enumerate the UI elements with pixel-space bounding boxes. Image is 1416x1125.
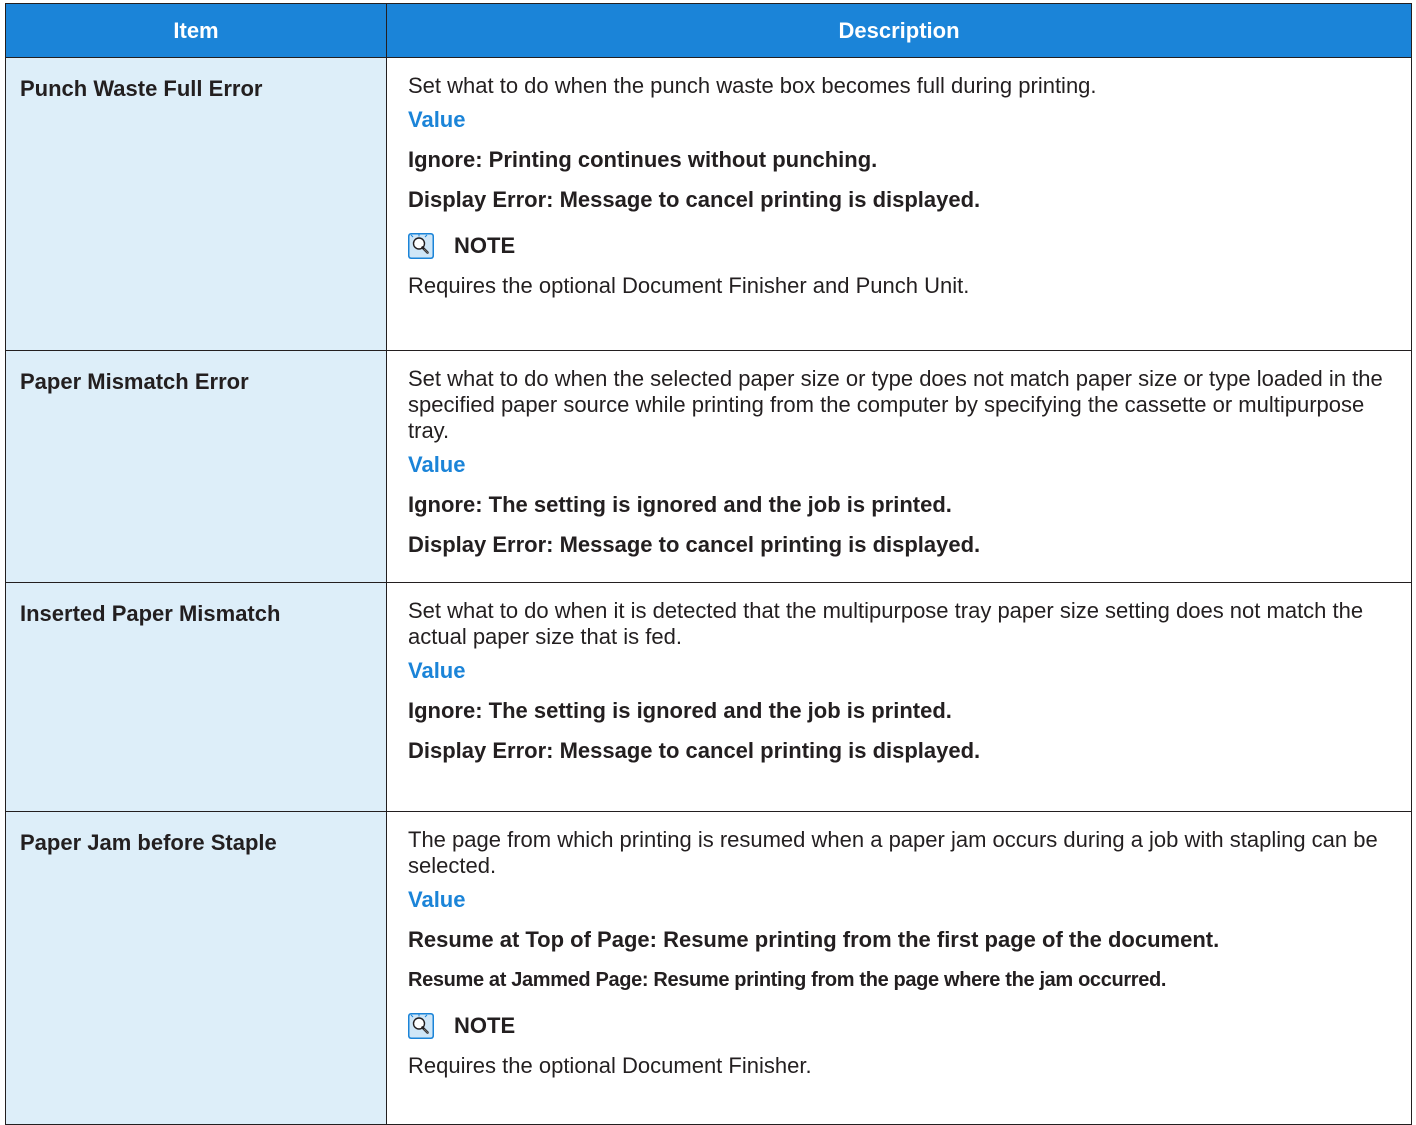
column-header-item: Item [5, 3, 387, 58]
description-text: Set what to do when it is detected that … [408, 598, 1364, 649]
item-name: Inserted Paper Mismatch [5, 582, 387, 812]
description-cell: Set what to do when the selected paper s… [386, 350, 1412, 583]
note-text: Requires the optional Document Finisher. [408, 1053, 812, 1078]
item-name: Paper Mismatch Error [5, 350, 387, 583]
note-lightbulb-icon [408, 1013, 434, 1039]
value-label: Value [408, 658, 466, 683]
note-label: NOTE [454, 1013, 516, 1038]
table-row: Paper Jam before Staple The page from wh… [5, 811, 1412, 1125]
value-label: Value [408, 107, 466, 132]
table-row: Punch Waste Full Error Set what to do wh… [5, 57, 1412, 351]
value-option: Resume at Top of Page: Resume printing f… [408, 927, 1220, 952]
note-text: Requires the optional Document Finisher … [408, 273, 970, 298]
description-cell: Set what to do when it is detected that … [386, 582, 1412, 812]
column-header-description: Description [386, 3, 1412, 58]
description-text: Set what to do when the selected paper s… [408, 366, 1383, 443]
value-option: Ignore: Printing continues without punch… [408, 147, 878, 172]
table-row: Paper Mismatch Error Set what to do when… [5, 350, 1412, 583]
value-option: Ignore: The setting is ignored and the j… [408, 698, 952, 723]
description-cell: The page from which printing is resumed … [386, 811, 1412, 1125]
value-option: Resume at Jammed Page: Resume printing f… [408, 969, 1167, 991]
table-row: Inserted Paper Mismatch Set what to do w… [5, 582, 1412, 812]
note-lightbulb-icon [408, 233, 434, 259]
value-option: Display Error: Message to cancel printin… [408, 532, 981, 557]
description-text: The page from which printing is resumed … [408, 827, 1378, 878]
item-name: Punch Waste Full Error [5, 57, 387, 351]
value-option: Display Error: Message to cancel printin… [408, 187, 981, 212]
value-option: Ignore: The setting is ignored and the j… [408, 492, 952, 517]
table-header-row: Item Description [5, 3, 1412, 58]
value-label: Value [408, 452, 466, 477]
item-name: Paper Jam before Staple [5, 811, 387, 1125]
note-heading: NOTE [408, 233, 1395, 259]
description-text: Set what to do when the punch waste box … [408, 73, 1097, 98]
value-label: Value [408, 887, 466, 912]
description-cell: Set what to do when the punch waste box … [386, 57, 1412, 351]
note-label: NOTE [454, 233, 516, 258]
value-option: Display Error: Message to cancel printin… [408, 738, 981, 763]
note-heading: NOTE [408, 1013, 1395, 1039]
settings-table: Item Description Punch Waste Full Error … [5, 3, 1412, 1125]
